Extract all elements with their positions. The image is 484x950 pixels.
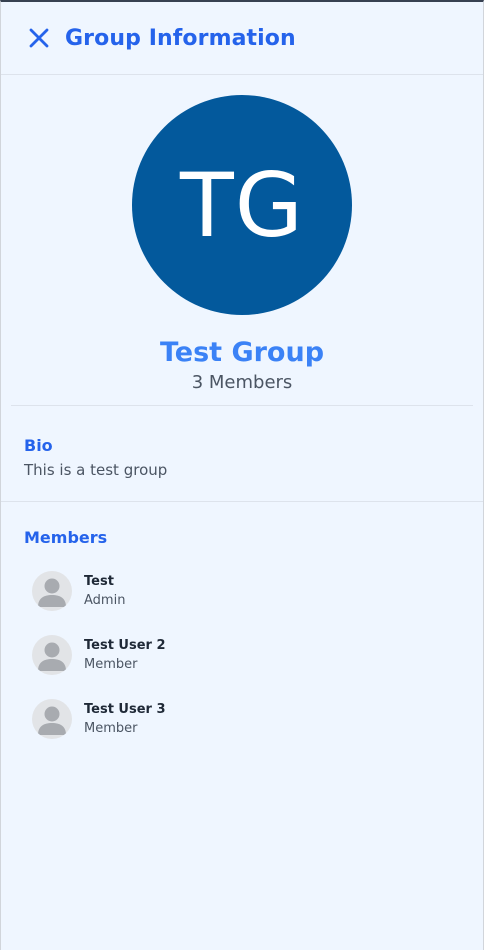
user-avatar-icon: [32, 571, 72, 611]
members-title: Members: [24, 528, 108, 547]
user-avatar-icon: [32, 699, 72, 739]
member-name: Test: [84, 574, 114, 589]
members-section: Members Test Admin Test User 2 Member Te…: [1, 502, 483, 751]
panel-header: Group Information: [1, 2, 483, 75]
user-avatar-icon: [32, 635, 72, 675]
member-name: Test User 3: [84, 702, 166, 717]
member-name: Test User 2: [84, 638, 166, 653]
bio-section: Bio This is a test group: [1, 406, 483, 501]
member-role: Member: [84, 721, 138, 736]
close-button[interactable]: [25, 24, 53, 52]
group-initials: TG: [180, 153, 304, 257]
member-item[interactable]: Test User 3 Member: [24, 687, 460, 751]
close-icon: [29, 28, 49, 48]
member-info: Test User 2 Member: [84, 638, 166, 672]
group-info-panel: Group Information TG Test Group 3 Member…: [0, 0, 484, 950]
member-list: Test Admin Test User 2 Member Test User …: [24, 559, 460, 751]
bio-text: This is a test group: [24, 461, 168, 479]
group-name: Test Group: [159, 337, 325, 368]
member-role: Admin: [84, 593, 126, 608]
member-item[interactable]: Test Admin: [24, 559, 460, 623]
member-info: Test User 3 Member: [84, 702, 166, 736]
group-avatar: TG: [132, 95, 352, 315]
member-count: 3 Members: [191, 372, 293, 393]
member-info: Test Admin: [84, 574, 125, 608]
panel-title: Group Information: [65, 25, 296, 51]
member-item[interactable]: Test User 2 Member: [24, 623, 460, 687]
group-profile: TG Test Group 3 Members: [1, 75, 483, 393]
bio-title: Bio: [24, 436, 53, 455]
member-role: Member: [84, 657, 138, 672]
